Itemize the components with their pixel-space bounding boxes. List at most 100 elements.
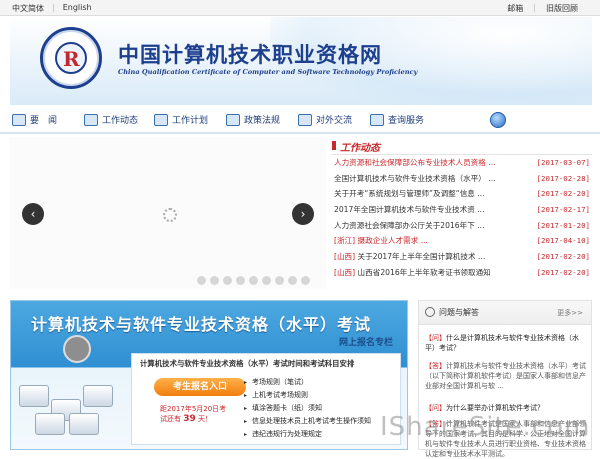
nav-label: 政策法规 <box>244 116 281 126</box>
monitor-icon <box>370 113 384 126</box>
nav-label: 要 闻 <box>30 116 58 126</box>
nav-item-work-updates[interactable]: 工作动态 <box>84 113 138 126</box>
news-title[interactable]: [浙江] 摄政企业人才需求 ... <box>334 233 534 249</box>
exam-rule-link[interactable]: 信息处理技术员上机考试考生操作须知 <box>244 415 371 428</box>
promo-info-box: 计算机技术与软件专业技术资格（水平）考试时间和考试科目安排 考生报名入口 距20… <box>131 353 401 445</box>
news-title-text: 山西省2016年上半年软考证书领取通知 <box>357 267 491 277</box>
exam-rule-link[interactable]: 填涂答题卡（纸）须知 <box>244 402 371 415</box>
news-date: [2017-02-20] <box>536 252 590 262</box>
faq-text: 为什么要举办计算机软件考试？ <box>446 404 544 412</box>
news-item[interactable]: 关于开考“系统规划与管理师”及调整“信息 ... [2017-02-20] <box>332 186 592 202</box>
faq-answer: 【答】计算机技术与软件专业技术资格（水平）考试（以下简称计算机软件考试）是国家人… <box>425 361 587 391</box>
faq-heading: 问题与解答 <box>439 308 479 317</box>
nav-item-news[interactable]: 要 闻 <box>12 113 57 126</box>
news-title[interactable]: [山西] 关于2017年上半年全国计算机技术 ... <box>334 249 534 265</box>
slider-dot[interactable] <box>288 276 297 285</box>
key-illustration <box>69 413 99 435</box>
nav-label: 工作动态 <box>102 116 139 126</box>
news-item[interactable]: 人力资源社会保障部办公厅关于2016年下 ... [2017-01-20] <box>332 218 592 234</box>
news-item[interactable]: [山西] 关于2017年上半年全国计算机技术 ... [2017-02-20] <box>332 249 592 265</box>
news-region-tag: [山西] <box>334 252 356 262</box>
news-title[interactable]: 人力资源社会保障部办公厅关于2016年下 ... <box>334 218 534 234</box>
news-panel: 工作动态 人力资源和社会保障部公布专业技术人员资格 ... [2017-03-07… <box>332 137 592 289</box>
building-icon <box>226 113 240 126</box>
slider-dot[interactable] <box>301 276 310 285</box>
faq-text: 计算机技术与软件专业技术资格（水平）考试（以下简称计算机软件考试）是国家人事部和… <box>425 362 586 390</box>
signup-button[interactable]: 考生报名入口 <box>154 378 246 396</box>
promo-box-heading[interactable]: 计算机技术与软件专业技术资格（水平）考试时间和考试科目安排 <box>140 358 354 369</box>
nav-item-policies[interactable]: 政策法规 <box>226 113 280 126</box>
slider-next-button[interactable]: › <box>292 203 314 225</box>
site-subtitle: China Qualification Certificate of Compu… <box>118 68 418 76</box>
news-item[interactable]: 2017年全国计算机技术与软件专业技术资 ... [2017-02-17] <box>332 202 592 218</box>
nav-item-exchange[interactable]: 对外交流 <box>298 113 352 126</box>
nav-label: 工作计划 <box>172 116 209 126</box>
news-heading[interactable]: 工作动态 <box>340 139 380 154</box>
news-title[interactable]: 全国计算机技术与软件专业技术资格（水平） ... <box>334 171 534 187</box>
divider: | <box>533 3 536 12</box>
slider-dot[interactable] <box>262 276 271 285</box>
logo-r-mark: R <box>63 47 80 71</box>
lang-en-link[interactable]: English <box>63 3 92 14</box>
news-title-text: 摄政企业人才需求 ... <box>357 236 428 246</box>
faq-question[interactable]: 【问】什么是计算机技术与软件专业技术资格（水平）考试？ <box>425 333 587 353</box>
news-item[interactable]: [浙江] 摄政企业人才需求 ... [2017-04-10] <box>332 233 592 249</box>
news-region-tag: [浙江] <box>334 236 356 246</box>
section-marker <box>332 141 336 150</box>
calendar-icon <box>84 113 98 126</box>
divider: | <box>52 3 55 12</box>
clipboard-icon <box>154 113 168 126</box>
key-illustration <box>83 385 113 407</box>
news-title[interactable]: 2017年全国计算机技术与软件专业技术资 ... <box>334 202 534 218</box>
exam-promo-panel: 计算机技术与软件专业技术资格（水平）考试 网上报名专栏 计算机技术与软件专业技术… <box>10 300 408 450</box>
news-item[interactable]: [山西] 山西省2016年上半年软考证书领取通知 [2017-02-20] <box>332 265 592 281</box>
site-title: 中国计算机技术职业资格网 <box>118 43 382 67</box>
keyboard-illustration <box>19 355 115 435</box>
slider-dot[interactable] <box>236 276 245 285</box>
slider-dot[interactable] <box>210 276 219 285</box>
newspaper-icon <box>12 113 26 126</box>
lang-zh-link[interactable]: 中文简体 <box>12 3 44 14</box>
exam-rules-list: 考场规则（笔试）上机考试考场规则填涂答题卡（纸）须知信息处理技术员上机考试考生操… <box>244 376 371 441</box>
nav-label: 查询服务 <box>388 116 425 126</box>
news-title-text: 全国计算机技术与软件专业技术资格（水平） ... <box>334 173 496 183</box>
exam-rule-link[interactable]: 违纪违规行为处理规定 <box>244 428 371 441</box>
news-date: [2017-02-20] <box>536 267 590 277</box>
news-date: [2017-04-10] <box>536 236 590 246</box>
promo-title[interactable]: 计算机技术与软件专业技术资格（水平）考试 <box>31 311 371 335</box>
news-title-text: 2017年全国计算机技术与软件专业技术资 ... <box>334 205 485 215</box>
person-figure-icon <box>63 335 91 363</box>
slider-dot[interactable] <box>249 276 258 285</box>
header-banner: R 中国计算机技术职业资格网 China Qualification Certi… <box>10 17 592 105</box>
news-date: [2017-01-20] <box>536 220 590 230</box>
news-title-text: 关于2017年上半年全国计算机技术 ... <box>357 252 486 262</box>
news-item[interactable]: 全国计算机技术与软件专业技术资格（水平） ... [2017-02-28] <box>332 171 592 187</box>
old-site-link[interactable]: 旧版回顾 <box>546 3 578 14</box>
nav-item-query[interactable]: 查询服务 <box>370 113 424 126</box>
news-item[interactable]: 人力资源和社会保障部公布专业技术人员资格 ... [2017-03-07] <box>332 155 592 171</box>
promo-subtitle[interactable]: 网上报名专栏 <box>339 335 393 348</box>
news-title[interactable]: 关于开考“系统规划与管理师”及调整“信息 ... <box>334 186 534 202</box>
main-nav: 要 闻 工作动态 工作计划 政策法规 对外交流 查询服务 <box>0 106 600 134</box>
top-utility-bar: 中文简体 | English 邮箱 | 旧版回顾 <box>0 0 600 16</box>
news-title[interactable]: [山西] 山西省2016年上半年软考证书领取通知 <box>334 265 534 281</box>
mail-link[interactable]: 邮箱 <box>507 3 523 14</box>
nav-item-work-plan[interactable]: 工作计划 <box>154 113 208 126</box>
slider-dot[interactable] <box>275 276 284 285</box>
globe-icon[interactable] <box>490 112 506 128</box>
faq-more-link[interactable]: 更多>> <box>557 308 583 318</box>
slider-prev-button[interactable]: ‹ <box>22 203 44 225</box>
news-title[interactable]: 人力资源和社会保障部公布专业技术人员资格 ... <box>334 155 534 171</box>
news-date: [2017-02-17] <box>536 205 590 215</box>
slider-dot[interactable] <box>223 276 232 285</box>
key-illustration <box>19 385 49 407</box>
key-illustration <box>35 413 65 435</box>
faq-tag: 【问】 <box>425 404 446 412</box>
slider-dot[interactable] <box>197 276 206 285</box>
site-logo[interactable]: R <box>40 27 102 89</box>
exam-rule-link[interactable]: 上机考试考场规则 <box>244 389 371 402</box>
globe-exchange-icon <box>298 113 312 126</box>
image-slider: ‹ › <box>10 137 326 289</box>
news-title-text: 关于开考“系统规划与管理师”及调整“信息 ... <box>334 189 485 199</box>
exam-rule-link[interactable]: 考场规则（笔试） <box>244 376 371 389</box>
